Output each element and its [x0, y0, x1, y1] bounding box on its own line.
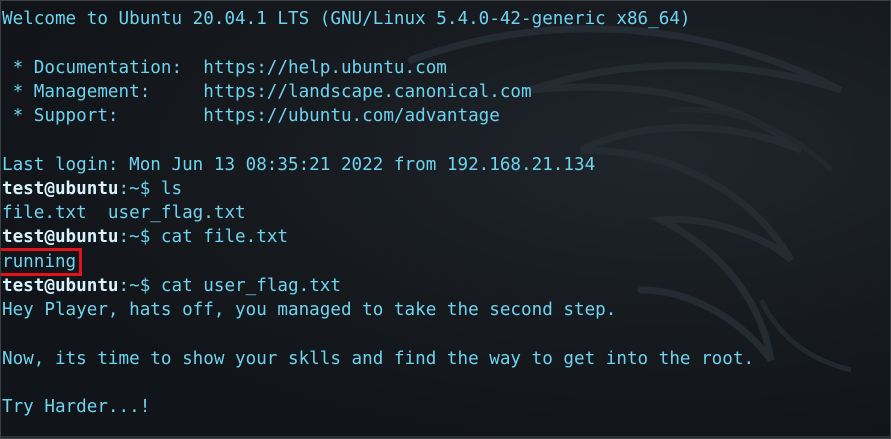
- file-output-line: running: [0, 247, 891, 276]
- terminal-window[interactable]: Welcome to Ubuntu 20.04.1 LTS (GNU/Linux…: [0, 0, 891, 439]
- highlighted-output-box: running: [0, 247, 83, 276]
- prompt-line: test@ubuntu:~$ cat file.txt: [2, 225, 891, 249]
- management-line: * Management: https://landscape.canonica…: [2, 81, 532, 102]
- prompt-line: test@ubuntu:~$ cat user_flag.txt: [2, 274, 891, 298]
- prompt-user: test@ubuntu: [2, 227, 119, 248]
- support-line: * Support: https://ubuntu.com/advantage: [2, 106, 500, 126]
- prompt-path: :~$: [118, 275, 161, 296]
- flag-line-2: Now, its time to show your sklls and fin…: [2, 348, 755, 369]
- flag-line-1: Hey Player, hats off, you managed to tak…: [2, 300, 617, 320]
- prompt-user: test@ubuntu: [2, 178, 119, 199]
- prompt-path: :~$: [118, 227, 161, 248]
- command-text: cat file.txt: [160, 227, 289, 248]
- welcome-line: Welcome to Ubuntu 20.04.1 LTS (GNU/Linux…: [2, 9, 691, 29]
- flag-line-3: Try Harder...!: [2, 397, 151, 417]
- last-login-line: Last login: Mon Jun 13 08:35:21 2022 fro…: [2, 154, 596, 175]
- documentation-line: * Documentation: https://help.ubuntu.com: [2, 57, 447, 78]
- command-text: ls: [160, 178, 183, 199]
- terminal-output: Welcome to Ubuntu 20.04.1 LTS (GNU/Linux…: [0, 7, 891, 419]
- prompt-user: test@ubuntu: [2, 275, 119, 296]
- prompt-line: test@ubuntu:~$ ls: [2, 177, 891, 201]
- command-text: cat user_flag.txt: [160, 275, 341, 296]
- ls-output-line: file.txt user_flag.txt: [2, 203, 246, 223]
- prompt-path: :~$: [118, 178, 161, 199]
